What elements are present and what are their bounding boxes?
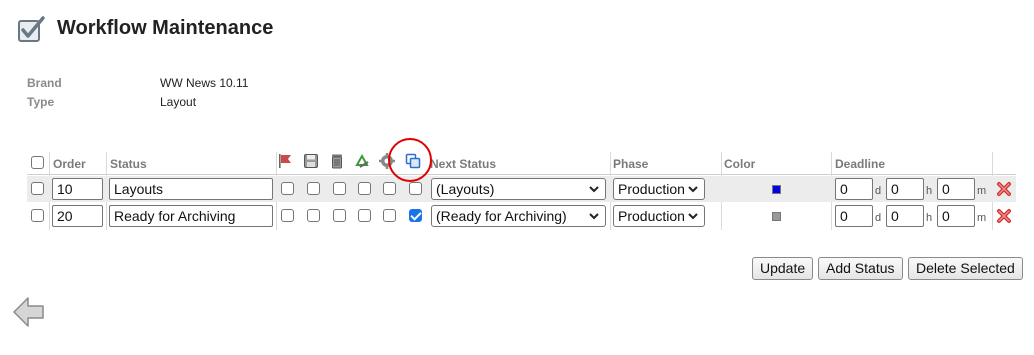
deadline-hours-input[interactable]: 0	[886, 178, 924, 200]
flag-checkbox[interactable]	[281, 209, 294, 222]
trash-checkbox[interactable]	[333, 209, 346, 222]
recycle-checkbox[interactable]	[358, 209, 371, 222]
phase-select[interactable]: Production	[613, 178, 705, 200]
chevron-down-icon	[589, 213, 599, 220]
header-color: Color	[724, 157, 756, 171]
header-order: Order	[53, 157, 86, 171]
color-swatch[interactable]	[772, 212, 781, 221]
header-deadline: Deadline	[835, 157, 886, 171]
save-icon	[304, 154, 318, 168]
deadline-days-input[interactable]: 0	[835, 178, 873, 200]
table-header: Order Status Next Status Phase Color Dea…	[27, 152, 1016, 175]
order-input[interactable]: 10	[52, 178, 103, 200]
trash-icon	[332, 154, 342, 169]
phase-select[interactable]: Production	[613, 205, 705, 227]
select-all-checkbox[interactable]	[31, 156, 44, 169]
type-value: Layout	[160, 95, 197, 109]
days-unit: d	[875, 185, 882, 197]
deadline-minutes-input[interactable]: 0	[937, 178, 975, 200]
brand-value: WW News 10.11	[160, 76, 249, 90]
phase-value: Production	[618, 208, 685, 224]
table-row: 20 Ready for Archiving (Ready for Archiv…	[27, 203, 1016, 229]
hours-unit: h	[926, 185, 933, 197]
update-button[interactable]: Update	[752, 257, 814, 280]
chevron-down-icon	[688, 186, 698, 193]
order-input[interactable]: 20	[52, 205, 103, 227]
page-title: Workflow Maintenance	[57, 17, 274, 39]
row-select-checkbox[interactable]	[31, 182, 44, 195]
save-checkbox[interactable]	[307, 182, 320, 195]
flag-icon	[279, 154, 291, 168]
delete-row-icon[interactable]	[996, 181, 1012, 197]
days-unit: d	[875, 212, 882, 224]
delete-selected-button[interactable]: Delete Selected	[908, 257, 1023, 280]
gear-checkbox[interactable]	[383, 209, 396, 222]
header-phase: Phase	[613, 157, 649, 171]
save-checkbox[interactable]	[307, 209, 320, 222]
status-input[interactable]: Ready for Archiving	[109, 205, 273, 227]
next-status-select[interactable]: (Layouts)	[431, 178, 606, 200]
workflow-checkbox-icon	[18, 16, 45, 42]
table-row: 10 Layouts (Layouts) Production 0 d 0 h …	[27, 176, 1016, 202]
row-select-checkbox[interactable]	[31, 209, 44, 222]
minutes-unit: m	[977, 185, 987, 197]
copy-checkbox[interactable]	[409, 209, 422, 222]
brand-label: Brand	[27, 76, 62, 90]
phase-value: Production	[618, 181, 685, 197]
header-status: Status	[110, 157, 147, 171]
chevron-down-icon	[688, 213, 698, 220]
flag-checkbox[interactable]	[281, 182, 294, 195]
next-status-select[interactable]: (Ready for Archiving)	[431, 205, 606, 227]
recycle-checkbox[interactable]	[358, 182, 371, 195]
delete-row-icon[interactable]	[996, 208, 1012, 224]
minutes-unit: m	[977, 212, 987, 224]
deadline-minutes-input[interactable]: 0	[937, 205, 975, 227]
deadline-hours-input[interactable]: 0	[886, 205, 924, 227]
next-status-value: (Ready for Archiving)	[436, 208, 567, 224]
status-input[interactable]: Layouts	[109, 178, 273, 200]
type-label: Type	[27, 95, 55, 109]
chevron-down-icon	[589, 186, 599, 193]
add-status-button[interactable]: Add Status	[818, 257, 903, 280]
hours-unit: h	[926, 212, 933, 224]
back-arrow-icon[interactable]	[12, 295, 46, 329]
next-status-value: (Layouts)	[436, 181, 495, 197]
color-swatch[interactable]	[772, 185, 781, 194]
header-next-status: Next Status	[430, 157, 497, 171]
highlight-circle	[388, 138, 432, 182]
gear-checkbox[interactable]	[383, 182, 396, 195]
deadline-days-input[interactable]: 0	[835, 205, 873, 227]
trash-checkbox[interactable]	[333, 182, 346, 195]
recycle-icon	[355, 153, 369, 168]
copy-checkbox[interactable]	[409, 182, 422, 195]
